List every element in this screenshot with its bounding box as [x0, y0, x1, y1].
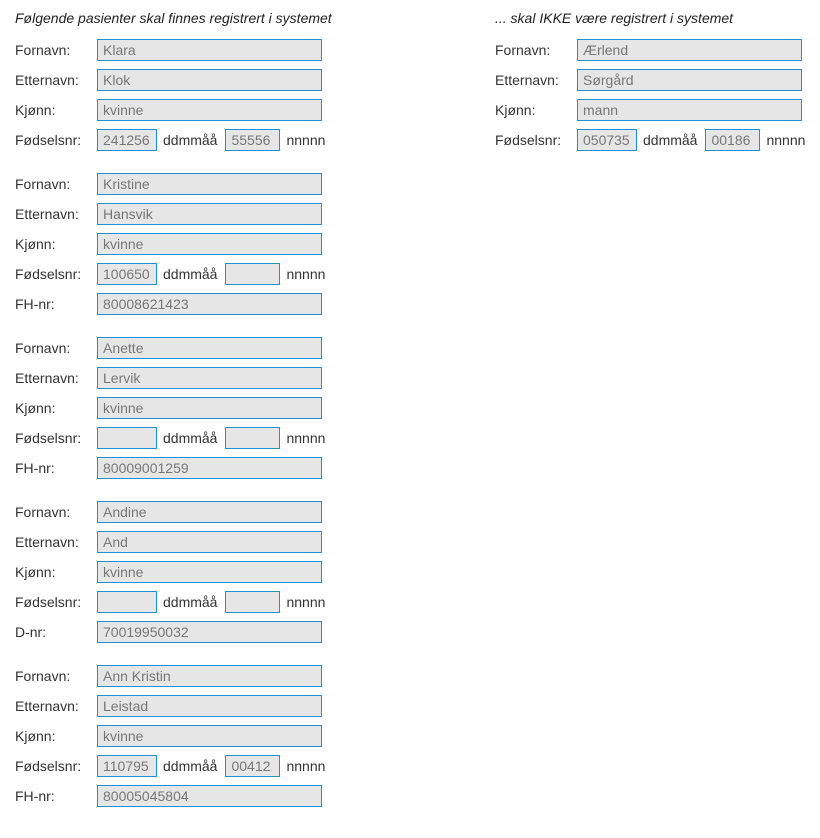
- fodselsnr-nnnnn-input[interactable]: [225, 591, 280, 613]
- etternavn-label: Etternavn:: [15, 370, 97, 386]
- fornavn-label: Fornavn:: [15, 340, 97, 356]
- fornavn-input[interactable]: [97, 337, 322, 359]
- registered-patient-block: Fornavn: Etternavn: Kjønn: Fødselsnr: ddmmåå…: [15, 38, 445, 152]
- fodselsnr-nnnnn-input[interactable]: [225, 755, 280, 777]
- etternavn-label: Etternavn:: [15, 72, 97, 88]
- kjonn-input[interactable]: [577, 99, 802, 121]
- fornavn-label: Fornavn:: [15, 504, 97, 520]
- kjonn-input[interactable]: [97, 233, 322, 255]
- ddmmaa-suffix: ddmmåå: [163, 430, 217, 446]
- kjonn-label: Kjønn:: [15, 102, 97, 118]
- nnnnn-suffix: nnnnn: [286, 266, 325, 282]
- fodselsnr-label: Fødselsnr:: [15, 594, 97, 610]
- fodselsnr-label: Fødselsnr:: [495, 132, 577, 148]
- kjonn-input[interactable]: [97, 397, 322, 419]
- ddmmaa-suffix: ddmmåå: [163, 132, 217, 148]
- fhnr-input[interactable]: [97, 785, 322, 807]
- kjonn-input[interactable]: [97, 561, 322, 583]
- etternavn-input[interactable]: [97, 69, 322, 91]
- fornavn-input[interactable]: [97, 501, 322, 523]
- fodselsnr-ddmmaa-input[interactable]: [97, 755, 157, 777]
- fhnr-label: FH-nr:: [15, 460, 97, 476]
- ddmmaa-suffix: ddmmåå: [163, 594, 217, 610]
- fornavn-label: Fornavn:: [15, 42, 97, 58]
- fodselsnr-ddmmaa-input[interactable]: [577, 129, 637, 151]
- ddmmaa-suffix: ddmmåå: [643, 132, 697, 148]
- fornavn-label: Fornavn:: [15, 668, 97, 684]
- dnr-input[interactable]: [97, 621, 322, 643]
- fodselsnr-label: Fødselsnr:: [15, 266, 97, 282]
- kjonn-label: Kjønn:: [15, 564, 97, 580]
- fodselsnr-label: Fødselsnr:: [15, 758, 97, 774]
- nnnnn-suffix: nnnnn: [766, 132, 805, 148]
- nnnnn-suffix: nnnnn: [286, 758, 325, 774]
- fornavn-input[interactable]: [97, 173, 322, 195]
- kjonn-input[interactable]: [97, 725, 322, 747]
- fodselsnr-label: Fødselsnr:: [15, 430, 97, 446]
- fodselsnr-ddmmaa-input[interactable]: [97, 129, 157, 151]
- etternavn-input[interactable]: [97, 203, 322, 225]
- fornavn-label: Fornavn:: [495, 42, 577, 58]
- kjonn-label: Kjønn:: [495, 102, 577, 118]
- fodselsnr-nnnnn-input[interactable]: [225, 263, 280, 285]
- registered-column: Følgende pasienter skal finnes registrer…: [15, 10, 445, 828]
- fhnr-input[interactable]: [97, 293, 322, 315]
- nnnnn-suffix: nnnnn: [286, 430, 325, 446]
- etternavn-label: Etternavn:: [495, 72, 577, 88]
- fornavn-input[interactable]: [97, 665, 322, 687]
- fhnr-label: FH-nr:: [15, 296, 97, 312]
- fodselsnr-nnnnn-input[interactable]: [225, 129, 280, 151]
- fornavn-input[interactable]: [97, 39, 322, 61]
- registered-patient-block: Fornavn: Etternavn: Kjønn: Fødselsnr: ddmmåå…: [15, 172, 445, 316]
- nnnnn-suffix: nnnnn: [286, 594, 325, 610]
- fodselsnr-nnnnn-input[interactable]: [705, 129, 760, 151]
- not-registered-heading: ... skal IKKE være registrert i systemet: [495, 10, 815, 26]
- etternavn-label: Etternavn:: [15, 206, 97, 222]
- notregistered-patient-block: Fornavn: Etternavn: Kjønn: Fødselsnr: ddmmåå…: [495, 38, 815, 152]
- fodselsnr-ddmmaa-input[interactable]: [97, 427, 157, 449]
- etternavn-label: Etternavn:: [15, 534, 97, 550]
- fornavn-label: Fornavn:: [15, 176, 97, 192]
- etternavn-input[interactable]: [97, 531, 322, 553]
- kjonn-label: Kjønn:: [15, 236, 97, 252]
- fhnr-input[interactable]: [97, 457, 322, 479]
- etternavn-input[interactable]: [97, 695, 322, 717]
- not-registered-column: ... skal IKKE være registrert i systemet…: [495, 10, 815, 828]
- registered-patient-block: Fornavn: Etternavn: Kjønn: Fødselsnr: ddmmåå…: [15, 336, 445, 480]
- registered-patient-block: Fornavn: Etternavn: Kjønn: Fødselsnr: ddmmåå…: [15, 664, 445, 808]
- nnnnn-suffix: nnnnn: [286, 132, 325, 148]
- ddmmaa-suffix: ddmmåå: [163, 266, 217, 282]
- kjonn-label: Kjønn:: [15, 400, 97, 416]
- registered-patient-block: Fornavn: Etternavn: Kjønn: Fødselsnr: ddmmåå…: [15, 500, 445, 644]
- fhnr-label: FH-nr:: [15, 788, 97, 804]
- fornavn-input[interactable]: [577, 39, 802, 61]
- fodselsnr-nnnnn-input[interactable]: [225, 427, 280, 449]
- etternavn-input[interactable]: [577, 69, 802, 91]
- fodselsnr-ddmmaa-input[interactable]: [97, 263, 157, 285]
- etternavn-input[interactable]: [97, 367, 322, 389]
- kjonn-input[interactable]: [97, 99, 322, 121]
- fodselsnr-label: Fødselsnr:: [15, 132, 97, 148]
- fodselsnr-ddmmaa-input[interactable]: [97, 591, 157, 613]
- etternavn-label: Etternavn:: [15, 698, 97, 714]
- ddmmaa-suffix: ddmmåå: [163, 758, 217, 774]
- registered-heading: Følgende pasienter skal finnes registrer…: [15, 10, 445, 26]
- kjonn-label: Kjønn:: [15, 728, 97, 744]
- dnr-label: D-nr:: [15, 624, 97, 640]
